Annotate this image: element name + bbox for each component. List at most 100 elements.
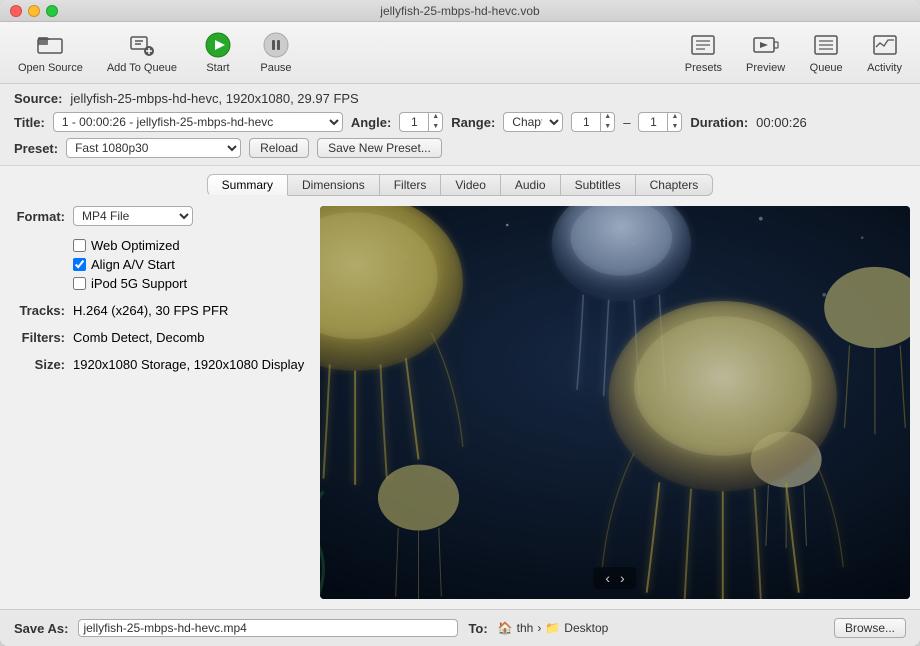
duration-value: 00:00:26: [756, 115, 807, 130]
queue-label: Queue: [810, 62, 843, 74]
tab-summary[interactable]: Summary: [207, 174, 288, 196]
ipod-label: iPod 5G Support: [91, 276, 187, 291]
prev-frame-button[interactable]: ‹: [601, 570, 614, 586]
tab-filters[interactable]: Filters: [380, 174, 442, 196]
open-source-icon: [36, 31, 64, 59]
start-label: Start: [206, 62, 229, 74]
range-from-input[interactable]: [572, 115, 600, 129]
align-av-label: Align A/V Start: [91, 257, 175, 272]
save-new-preset-button[interactable]: Save New Preset...: [317, 138, 442, 158]
add-to-queue-button[interactable]: Add To Queue: [99, 27, 185, 78]
web-optimized-row: Web Optimized: [73, 238, 310, 253]
filters-summary-row: Filters: Comb Detect, Decomb: [10, 330, 310, 345]
save-as-input[interactable]: [78, 619, 458, 637]
tab-subtitles[interactable]: Subtitles: [561, 174, 636, 196]
start-button[interactable]: Start: [193, 27, 243, 78]
angle-down[interactable]: ▼: [429, 122, 442, 132]
title-row: Title: 1 - 00:00:26 - jellyfish-25-mbps-…: [14, 109, 906, 135]
to-label: To:: [468, 621, 487, 636]
title-select[interactable]: 1 - 00:00:26 - jellyfish-25-mbps-hd-hevc: [53, 112, 343, 132]
title-field-label: Title:: [14, 115, 45, 130]
range-to-arrows: ▲ ▼: [667, 112, 681, 132]
open-source-button[interactable]: Open Source: [10, 27, 91, 78]
range-label: Range:: [451, 115, 495, 130]
maximize-button[interactable]: [46, 5, 58, 17]
range-to-down[interactable]: ▼: [668, 122, 681, 132]
range-dash: –: [623, 115, 630, 130]
filters-label: Filters:: [10, 330, 65, 345]
web-optimized-label: Web Optimized: [91, 238, 180, 253]
destination-path: 🏠 thh › 📁 Desktop: [498, 621, 609, 635]
bottom-bar: Save As: To: 🏠 thh › 📁 Desktop Browse...: [0, 609, 920, 646]
pause-label: Pause: [260, 62, 291, 74]
toolbar-left: Open Source Add To Queue: [10, 27, 301, 78]
pause-button[interactable]: Pause: [251, 27, 301, 78]
source-row: Source: jellyfish-25-mbps-hd-hevc, 1920x…: [14, 88, 906, 109]
range-from-up[interactable]: ▲: [601, 112, 614, 122]
preview-button[interactable]: Preview: [738, 27, 793, 78]
home-icon: 🏠: [498, 621, 513, 635]
save-as-label: Save As:: [14, 621, 68, 636]
traffic-lights: [10, 5, 58, 17]
range-from-arrows: ▲ ▼: [600, 112, 614, 132]
angle-up[interactable]: ▲: [429, 112, 442, 122]
range-to-stepper[interactable]: ▲ ▼: [638, 112, 682, 132]
preview-panel: ‹ ›: [320, 206, 910, 599]
left-panel: Format: MP4 File Web Optimized Align A/V…: [10, 206, 310, 599]
duration-label: Duration:: [690, 115, 748, 130]
tab-audio[interactable]: Audio: [501, 174, 561, 196]
preset-label: Preset:: [14, 141, 58, 156]
angle-stepper[interactable]: ▲ ▼: [399, 112, 443, 132]
preview-icon: [752, 31, 780, 59]
web-optimized-checkbox[interactable]: [73, 239, 86, 252]
format-row: Format: MP4 File: [10, 206, 310, 226]
minimize-button[interactable]: [28, 5, 40, 17]
range-type-select[interactable]: Chapters: [503, 112, 563, 132]
reload-button[interactable]: Reload: [249, 138, 309, 158]
activity-button[interactable]: Activity: [859, 27, 910, 78]
presets-button[interactable]: Presets: [677, 27, 730, 78]
preview-label: Preview: [746, 62, 785, 74]
jellyfish-scene: [320, 206, 910, 599]
preset-row: Preset: Fast 1080p30 Reload Save New Pre…: [14, 135, 906, 161]
tab-video[interactable]: Video: [441, 174, 500, 196]
range-from-stepper[interactable]: ▲ ▼: [571, 112, 615, 132]
pause-icon: [262, 31, 290, 59]
tracks-row: Tracks: H.264 (x264), 30 FPS PFR: [10, 303, 310, 318]
align-av-checkbox[interactable]: [73, 258, 86, 271]
queue-button[interactable]: Queue: [801, 27, 851, 78]
toolbar-right: Presets Preview Queue: [677, 27, 910, 78]
main-window: jellyfish-25-mbps-hd-hevc.vob Open Sourc…: [0, 0, 920, 646]
format-select[interactable]: MP4 File: [73, 206, 193, 226]
tab-chapters[interactable]: Chapters: [636, 174, 714, 196]
range-from-down[interactable]: ▼: [601, 122, 614, 132]
tab-dimensions[interactable]: Dimensions: [288, 174, 380, 196]
ipod-checkbox[interactable]: [73, 277, 86, 290]
toolbar: Open Source Add To Queue: [0, 22, 920, 84]
add-to-queue-icon: [128, 31, 156, 59]
preview-nav-arrows: ‹ ›: [593, 567, 636, 589]
source-label: Source:: [14, 91, 62, 106]
activity-label: Activity: [867, 62, 902, 74]
angle-input[interactable]: [400, 115, 428, 129]
tabs-area: Summary Dimensions Filters Video Audio S…: [0, 166, 920, 609]
title-bar: jellyfish-25-mbps-hd-hevc.vob: [0, 0, 920, 22]
browse-button[interactable]: Browse...: [834, 618, 906, 638]
tracks-value: H.264 (x264), 30 FPS PFR: [73, 303, 228, 318]
folder-icon: 📁: [545, 621, 560, 635]
open-source-label: Open Source: [18, 62, 83, 74]
range-to-up[interactable]: ▲: [668, 112, 681, 122]
main-content: Format: MP4 File Web Optimized Align A/V…: [0, 196, 920, 609]
add-to-queue-label: Add To Queue: [107, 62, 177, 74]
presets-label: Presets: [685, 62, 722, 74]
range-to-input[interactable]: [639, 115, 667, 129]
size-row: Size: 1920x1080 Storage, 1920x1080 Displ…: [10, 357, 310, 372]
angle-label: Angle:: [351, 115, 391, 130]
preset-select[interactable]: Fast 1080p30: [66, 138, 241, 158]
size-value: 1920x1080 Storage, 1920x1080 Display: [73, 357, 304, 372]
next-frame-button[interactable]: ›: [616, 570, 629, 586]
preview-image: [320, 206, 910, 599]
path-chevron: ›: [537, 621, 541, 635]
close-button[interactable]: [10, 5, 22, 17]
filters-value: Comb Detect, Decomb: [73, 330, 205, 345]
